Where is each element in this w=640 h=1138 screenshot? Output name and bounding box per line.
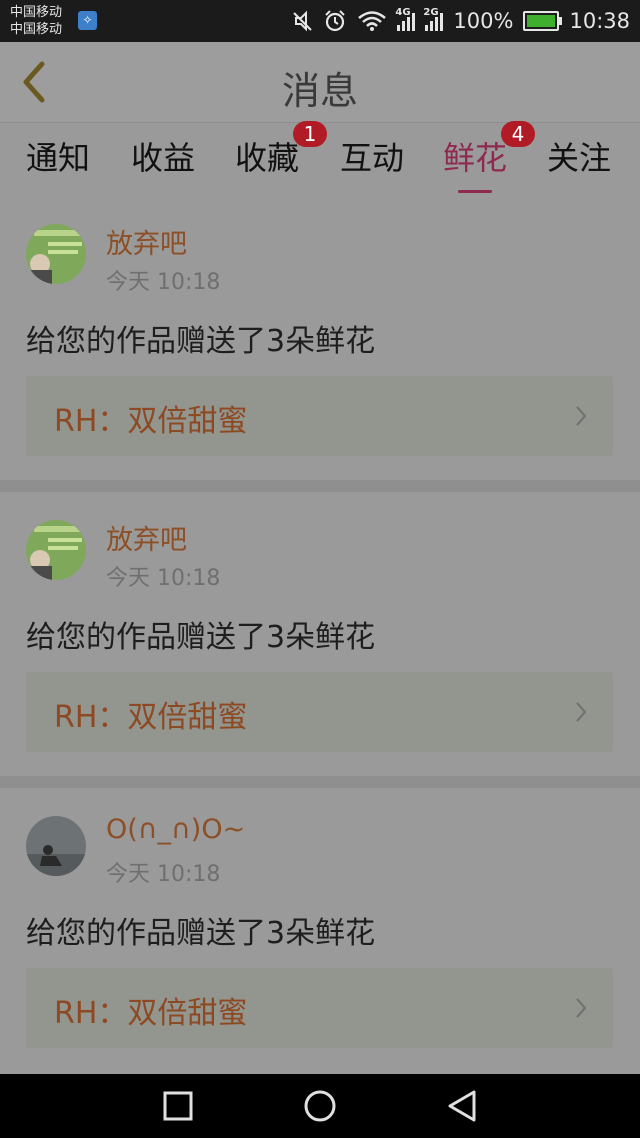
message-text: 给您的作品赠送了3朵鲜花 xyxy=(26,324,376,359)
active-tab-indicator xyxy=(458,190,492,193)
page-title: 消息 xyxy=(281,69,358,113)
message-text: 给您的作品赠送了3朵鲜花 xyxy=(26,620,376,655)
status-icons: 4G 2G 100% 10:38 xyxy=(291,0,630,42)
recents-square-icon[interactable] xyxy=(160,1088,196,1124)
status-bar: 中国移动 中国移动 ✧ 4G 2G 100% 10:38 xyxy=(0,0,640,42)
work-link-card[interactable]: RH：双倍甜蜜 xyxy=(26,968,613,1048)
tab-earnings[interactable]: 收益 xyxy=(131,133,195,179)
signal-4g-icon: 4G xyxy=(395,7,416,31)
timestamp: 今天 10:18 xyxy=(106,862,221,887)
chevron-right-icon xyxy=(576,998,587,1018)
tab-interactions[interactable]: 互动 xyxy=(340,133,404,179)
mute-icon xyxy=(293,10,313,32)
avatar[interactable] xyxy=(26,520,86,580)
chevron-right-icon xyxy=(576,702,587,722)
home-circle-icon[interactable] xyxy=(302,1088,338,1124)
avatar[interactable] xyxy=(26,224,86,284)
work-title: RH：双倍甜蜜 xyxy=(54,700,248,735)
message-text: 给您的作品赠送了3朵鲜花 xyxy=(26,916,376,951)
clock: 10:38 xyxy=(569,9,630,33)
username[interactable]: 放弃吧 xyxy=(106,222,187,261)
carrier-name-2: 中国移动 xyxy=(10,22,63,37)
battery-icon xyxy=(523,11,563,31)
tab-notifications[interactable]: 通知 xyxy=(26,133,90,179)
timestamp: 今天 10:18 xyxy=(106,270,221,295)
avatar[interactable] xyxy=(26,816,86,876)
network-type-1: 4G xyxy=(395,7,411,18)
message-item: 放弃吧 今天 10:18 给您的作品赠送了3朵鲜花 RH：双倍甜蜜 xyxy=(0,196,640,480)
carrier-name-1: 中国移动 xyxy=(10,5,63,20)
carrier-info: 中国移动 中国移动 xyxy=(10,4,62,38)
username[interactable]: 放弃吧 xyxy=(106,518,187,557)
unread-badge: 4 xyxy=(501,121,536,147)
tab-flowers[interactable]: 鲜花 4 xyxy=(443,121,536,193)
work-title: RH：双倍甜蜜 xyxy=(54,404,248,439)
divider xyxy=(0,776,640,788)
signal-2g-icon: 2G xyxy=(423,7,444,31)
message-item: 放弃吧 今天 10:18 给您的作品赠送了3朵鲜花 RH：双倍甜蜜 xyxy=(0,492,640,776)
username[interactable]: O(∩_∩)O~ xyxy=(106,814,245,845)
tab-favorites[interactable]: 收藏 1 xyxy=(235,121,328,179)
tab-following[interactable]: 关注 xyxy=(547,133,611,179)
tab-label: 收益 xyxy=(131,139,196,177)
work-link-card[interactable]: RH：双倍甜蜜 xyxy=(26,376,613,456)
system-nav-bar xyxy=(0,1074,640,1138)
tab-bar: 通知 收益 收藏 1 互动 鲜花 4 关注 xyxy=(0,121,640,197)
tab-label: 收藏 xyxy=(235,139,300,177)
network-type-2: 2G xyxy=(423,7,439,18)
tab-label: 通知 xyxy=(26,139,91,177)
unread-badge: 1 xyxy=(293,121,328,147)
work-title: RH：双倍甜蜜 xyxy=(54,996,248,1031)
notification-app-icon: ✧ xyxy=(78,11,97,30)
wifi-icon xyxy=(358,11,387,31)
alarm-icon xyxy=(325,10,346,32)
message-item: O(∩_∩)O~ 今天 10:18 给您的作品赠送了3朵鲜花 RH：双倍甜蜜 xyxy=(0,788,640,1072)
work-link-card[interactable]: RH：双倍甜蜜 xyxy=(26,672,613,752)
back-triangle-icon[interactable] xyxy=(444,1088,480,1124)
tab-label: 鲜花 xyxy=(443,139,508,177)
app-header: 消息 xyxy=(0,42,640,122)
battery-percent: 100% xyxy=(453,9,514,33)
timestamp: 今天 10:18 xyxy=(106,566,221,591)
tab-label: 互动 xyxy=(340,139,405,177)
tab-label: 关注 xyxy=(547,139,612,177)
chevron-right-icon xyxy=(576,406,587,426)
divider xyxy=(0,480,640,492)
